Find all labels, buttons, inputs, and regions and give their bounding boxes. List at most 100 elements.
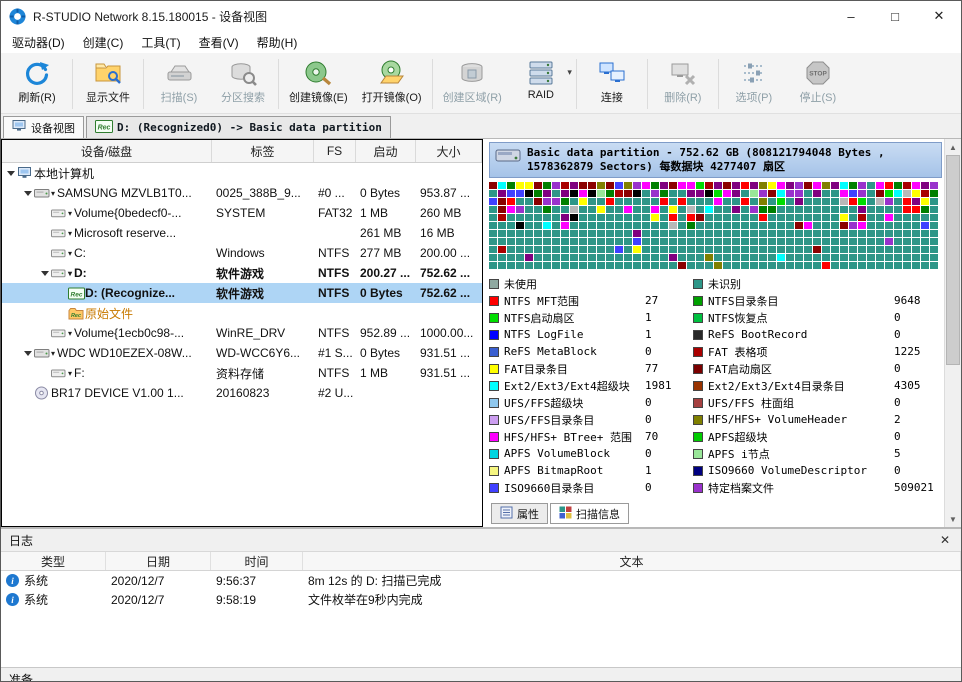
scan-block <box>552 190 560 197</box>
disk-icon <box>34 186 51 200</box>
scrollbar-track[interactable] <box>945 365 961 511</box>
scan-block <box>516 222 524 229</box>
legend-swatch <box>693 347 703 357</box>
scan-block <box>633 206 641 213</box>
scan-block <box>606 254 614 261</box>
scan-block <box>687 222 695 229</box>
expander-icon[interactable] <box>22 191 34 196</box>
scrollbar-thumb[interactable] <box>946 155 960 365</box>
device-menu-arrow-icon[interactable]: ▾ <box>68 269 72 278</box>
tree-row[interactable]: BR17 DEVICE V1.00 1...20160823#2 U... <box>2 383 482 403</box>
tree-row[interactable]: RecD: (Recognize...软件游戏NTFS0 Bytes752.62… <box>2 283 482 303</box>
log-row[interactable]: i系统2020/12/79:58:19文件枚举在9秒内完成 <box>1 590 961 609</box>
tree-row[interactable]: ▾Volume{1ecb0c98-...WinRE_DRVNTFS952.89 … <box>2 323 482 343</box>
menu-create[interactable]: 创建(C) <box>74 32 133 53</box>
tree-row[interactable]: ▾C:WindowsNTFS277 MB200.00 ... <box>2 243 482 263</box>
menu-tools[interactable]: 工具(T) <box>132 32 189 53</box>
open-image-button[interactable]: 打开镜像(O) <box>355 55 429 113</box>
tree-row[interactable]: ▾D:软件游戏NTFS200.27 ...752.62 ... <box>2 263 482 283</box>
log-close-icon[interactable]: ✕ <box>937 533 953 547</box>
device-menu-arrow-icon[interactable]: ▾ <box>51 189 55 198</box>
log-column-header[interactable]: 类型日期时间文本 <box>1 552 961 571</box>
raid-button[interactable]: ▾RAID <box>509 55 573 113</box>
tree-header-label[interactable]: 标签 <box>212 140 314 162</box>
show-files-button[interactable]: 显示文件 <box>76 55 140 113</box>
log-row[interactable]: i系统2020/12/79:56:378m 12s 的 D: 扫描已完成 <box>1 571 961 590</box>
scan-block <box>642 230 650 237</box>
tree-cell-fs <box>314 223 356 243</box>
device-menu-arrow-icon[interactable]: ▾ <box>68 369 72 378</box>
scan-block <box>606 182 614 189</box>
tree-cell-fs: #0 ... <box>314 183 356 203</box>
expander-icon[interactable] <box>5 171 17 176</box>
tab-recognized-partition[interactable]: RecD: (Recognized0) -> Basic data partit… <box>86 116 391 138</box>
dropdown-arrow-icon[interactable]: ▾ <box>567 67 572 78</box>
device-menu-arrow-icon[interactable]: ▾ <box>68 249 72 258</box>
device-menu-arrow-icon[interactable]: ▾ <box>51 349 55 358</box>
menu-help[interactable]: 帮助(H) <box>248 32 307 53</box>
log-type-text: 系统 <box>24 572 48 589</box>
scan-block <box>642 222 650 229</box>
scan-block <box>624 238 632 245</box>
legend-item: 未使用 <box>489 275 693 292</box>
maximize-button[interactable]: □ <box>873 1 917 31</box>
tab-scan-info[interactable]: 扫描信息 <box>550 503 629 524</box>
scan-block <box>840 198 848 205</box>
scan-block <box>507 214 515 221</box>
tree-header-start[interactable]: 启动 <box>356 140 416 162</box>
scan-block <box>552 230 560 237</box>
tab-properties[interactable]: 属性 <box>491 503 548 524</box>
menu-drive[interactable]: 驱动器(D) <box>3 32 74 53</box>
tree-cell-size: 931.51 ... <box>416 363 482 383</box>
scan-block <box>840 222 848 229</box>
tree-header-size[interactable]: 大小 <box>416 140 482 162</box>
tree-row[interactable]: ▾SAMSUNG MZVLB1T0...0025_388B_9...#0 ...… <box>2 183 482 203</box>
expander-icon[interactable] <box>39 271 51 276</box>
scroll-up-icon[interactable]: ▲ <box>945 139 961 155</box>
connect-button[interactable]: 连接 <box>580 55 644 113</box>
toolbar-button-label: 显示文件 <box>86 89 130 105</box>
device-menu-arrow-icon[interactable]: ▾ <box>68 329 72 338</box>
scan-block <box>921 230 929 237</box>
scan-block <box>876 246 884 253</box>
scroll-down-icon[interactable]: ▼ <box>945 511 961 527</box>
scan-block <box>930 190 938 197</box>
tab-device-view[interactable]: 设备视图 <box>3 116 84 138</box>
menu-view[interactable]: 查看(V) <box>190 32 248 53</box>
scan-block <box>903 222 911 229</box>
tree-row[interactable]: ▾F:资料存储NTFS1 MB931.51 ... <box>2 363 482 383</box>
scan-block <box>921 246 929 253</box>
legend-item: HFS/HFS+ BTree+ 范围70 <box>489 428 693 445</box>
scan-block <box>507 246 515 253</box>
expander-icon[interactable] <box>22 351 34 356</box>
device-menu-arrow-icon[interactable]: ▾ <box>68 209 72 218</box>
right-panel-scrollbar[interactable]: ▲ ▼ <box>944 139 961 527</box>
scan-block <box>579 190 587 197</box>
log-header-type[interactable]: 类型 <box>1 552 106 570</box>
log-header-text[interactable]: 文本 <box>303 552 961 570</box>
tree-row[interactable]: 本地计算机 <box>2 163 482 183</box>
log-header-date[interactable]: 日期 <box>106 552 211 570</box>
scan-block <box>669 222 677 229</box>
tree-header-fs[interactable]: FS <box>314 140 356 162</box>
tree-row[interactable]: ▾Volume{0bedecf0-...SYSTEMFAT321 MB260 M… <box>2 203 482 223</box>
scan-block <box>759 214 767 221</box>
scan-block <box>615 214 623 221</box>
tree-header-name[interactable]: 设备/磁盘 <box>2 140 212 162</box>
refresh-button[interactable]: 刷新(R) <box>5 55 69 113</box>
log-header-time[interactable]: 时间 <box>211 552 303 570</box>
scan-block <box>633 222 641 229</box>
minimize-button[interactable]: – <box>829 1 873 31</box>
tree-column-header[interactable]: 设备/磁盘标签FS启动大小 <box>2 140 482 163</box>
close-button[interactable]: ✕ <box>917 1 961 31</box>
create-image-button[interactable]: 创建镜像(E) <box>282 55 355 113</box>
tree-row[interactable]: ▾WDC WD10EZEX-08W...WD-WCC6Y6...#1 S...0… <box>2 343 482 363</box>
tree-row[interactable]: Rec原始文件 <box>2 303 482 323</box>
tree-row[interactable]: ▾Microsoft reserve...261 MB16 MB <box>2 223 482 243</box>
scan-block <box>750 246 758 253</box>
device-menu-arrow-icon[interactable]: ▾ <box>68 229 72 238</box>
scan-block <box>741 254 749 261</box>
scan-block <box>615 190 623 197</box>
legend-swatch <box>489 449 499 459</box>
scan-block <box>723 214 731 221</box>
